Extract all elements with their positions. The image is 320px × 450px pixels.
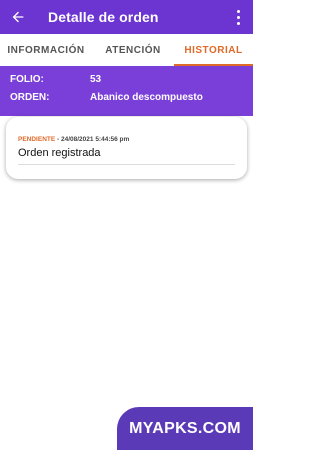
more-options-button[interactable]: [231, 6, 245, 28]
back-button[interactable]: [0, 0, 36, 34]
folio-value: 53: [90, 74, 102, 85]
order-summary: FOLIO: 53 ORDEN: Abanico descompuesto: [0, 66, 253, 116]
history-card: PENDIENTE - 24/08/2021 5:44:56 pm Orden …: [6, 117, 247, 179]
app-bar: Detalle de orden: [0, 0, 253, 34]
watermark-text: MYAPKS.COM: [129, 419, 241, 437]
history-message: Orden registrada: [18, 147, 101, 159]
orden-label: ORDEN:: [10, 92, 50, 103]
arrow-back-icon: [12, 11, 24, 23]
orden-row: ORDEN: Abanico descompuesto: [10, 92, 203, 103]
folio-label: FOLIO:: [10, 74, 44, 85]
more-vert-icon: [236, 9, 240, 13]
tab-atencion[interactable]: ATENCIÓN: [92, 34, 174, 66]
orden-value: Abanico descompuesto: [90, 92, 203, 103]
folio-row: FOLIO: 53: [10, 74, 101, 85]
status-badge: PENDIENTE: [18, 136, 56, 143]
page-title: Detalle de orden: [48, 9, 159, 25]
divider: [18, 164, 235, 165]
tab-bar: INFORMACIÓN ATENCIÓN HISTORIAL: [0, 34, 253, 66]
tab-historial[interactable]: HISTORIAL: [174, 34, 253, 66]
tab-informacion[interactable]: INFORMACIÓN: [0, 34, 92, 66]
order-detail-screen: Detalle de orden INFORMACIÓN ATENCIÓN HI…: [0, 0, 253, 450]
watermark-banner: MYAPKS.COM: [117, 407, 253, 450]
history-meta: PENDIENTE - 24/08/2021 5:44:56 pm: [18, 136, 235, 143]
history-datetime: 24/08/2021 5:44:56 pm: [60, 136, 130, 143]
